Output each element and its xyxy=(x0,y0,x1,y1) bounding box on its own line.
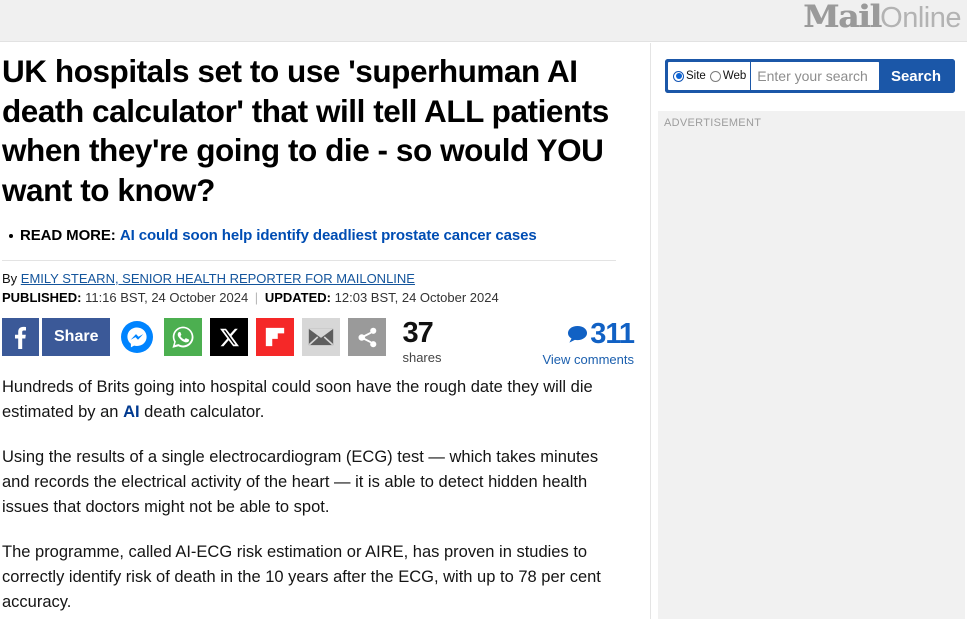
search-fields: Site Web xyxy=(668,62,879,90)
logo-online-text: Online xyxy=(880,2,961,34)
published-value: 11:16 BST, 24 October 2024 xyxy=(85,290,249,305)
article-paragraph: The programme, called AI-ECG risk estima… xyxy=(2,543,601,611)
comments-label: View comments xyxy=(542,352,634,367)
radio-unselected-icon[interactable] xyxy=(709,70,721,82)
facebook-icon[interactable] xyxy=(2,318,39,356)
search-scope-web-label: Web xyxy=(722,70,747,82)
shares-counter: 37 shares xyxy=(402,317,442,365)
page-title: UK hospitals set to use 'superhuman AI d… xyxy=(2,53,609,208)
comment-bubble-icon xyxy=(568,325,588,343)
byline-author-row: By EMILY STEARN, SENIOR HEALTH REPORTER … xyxy=(2,270,636,287)
shares-count-label: shares xyxy=(402,350,442,365)
search-scope-radio-group: Site Web xyxy=(668,62,752,90)
byline-separator: | xyxy=(254,290,259,305)
comments-count-row: 311 xyxy=(542,318,635,350)
mailonline-logo[interactable]: Mail Online xyxy=(803,0,961,35)
advertisement-slot: ADVERTISEMENT xyxy=(658,111,965,619)
search-bar: Site Web Search xyxy=(665,59,955,93)
search-scope-web[interactable]: Web xyxy=(709,70,747,82)
advertisement-label: ADVERTISEMENT xyxy=(664,117,762,129)
search-scope-site-label: Site xyxy=(686,70,706,82)
facebook-share-button[interactable]: Share xyxy=(42,318,111,356)
article-paragraph: Hundreds of Brits going into hospital co… xyxy=(2,375,616,425)
read-more-list: READ MORE: AI could soon help identify d… xyxy=(0,226,636,246)
paragraph-text-before: Hundreds of Brits going into hospital co… xyxy=(2,378,593,421)
search-button[interactable]: Search xyxy=(879,68,952,85)
search-input[interactable] xyxy=(751,62,879,90)
published-label: PUBLISHED: xyxy=(2,290,82,305)
more-share-button[interactable] xyxy=(348,318,387,356)
logo-mail-text: Mail xyxy=(803,0,882,35)
whatsapp-share-button[interactable] xyxy=(164,318,203,356)
byline: By EMILY STEARN, SENIOR HEALTH REPORTER … xyxy=(0,261,636,306)
shares-count-value: 37 xyxy=(402,317,433,349)
ai-inline-link[interactable]: AI xyxy=(123,403,140,421)
x-twitter-share-button[interactable] xyxy=(210,318,249,356)
masthead-bar: Mail Online xyxy=(0,0,967,42)
updated-label: UPDATED: xyxy=(264,290,332,305)
updated-value: 12:03 BST, 24 October 2024 xyxy=(334,290,499,305)
article-paragraph: Using the results of a single electrocar… xyxy=(2,448,599,516)
flipboard-share-button[interactable] xyxy=(256,318,295,356)
read-more-label: READ MORE: xyxy=(20,227,116,244)
byline-timestamps-row: PUBLISHED: 11:16 BST, 24 October 2024 | … xyxy=(2,289,636,306)
read-more-link[interactable]: AI could soon help identify deadliest pr… xyxy=(120,227,537,244)
sidebar-column: Site Web Search ADVERTISEMEN xyxy=(651,43,967,619)
byline-author-link[interactable]: EMILY STEARN, SENIOR HEALTH REPORTER FOR… xyxy=(21,271,415,286)
article-column: UK hospitals set to use 'superhuman AI d… xyxy=(0,43,644,619)
facebook-share-group[interactable]: Share xyxy=(2,318,111,356)
messenger-share-button[interactable] xyxy=(118,318,157,356)
radio-selected-icon[interactable] xyxy=(673,70,684,82)
paragraph-text-after: death calculator. xyxy=(139,403,265,421)
article-body: Hundreds of Brits going into hospital co… xyxy=(0,375,636,615)
comments-count-value: 311 xyxy=(590,318,635,350)
page-root: Mail Online UK hospitals set to use 'supe… xyxy=(0,0,967,619)
view-comments-link[interactable]: 311 View comments xyxy=(542,318,635,368)
byline-by-prefix: By xyxy=(2,271,18,286)
search-scope-site[interactable]: Site xyxy=(673,70,706,82)
email-share-button[interactable] xyxy=(302,318,341,356)
social-share-bar: Share 37 shares 311 View comments xyxy=(0,318,636,373)
read-more-item[interactable]: READ MORE: AI could soon help identify d… xyxy=(9,226,636,246)
